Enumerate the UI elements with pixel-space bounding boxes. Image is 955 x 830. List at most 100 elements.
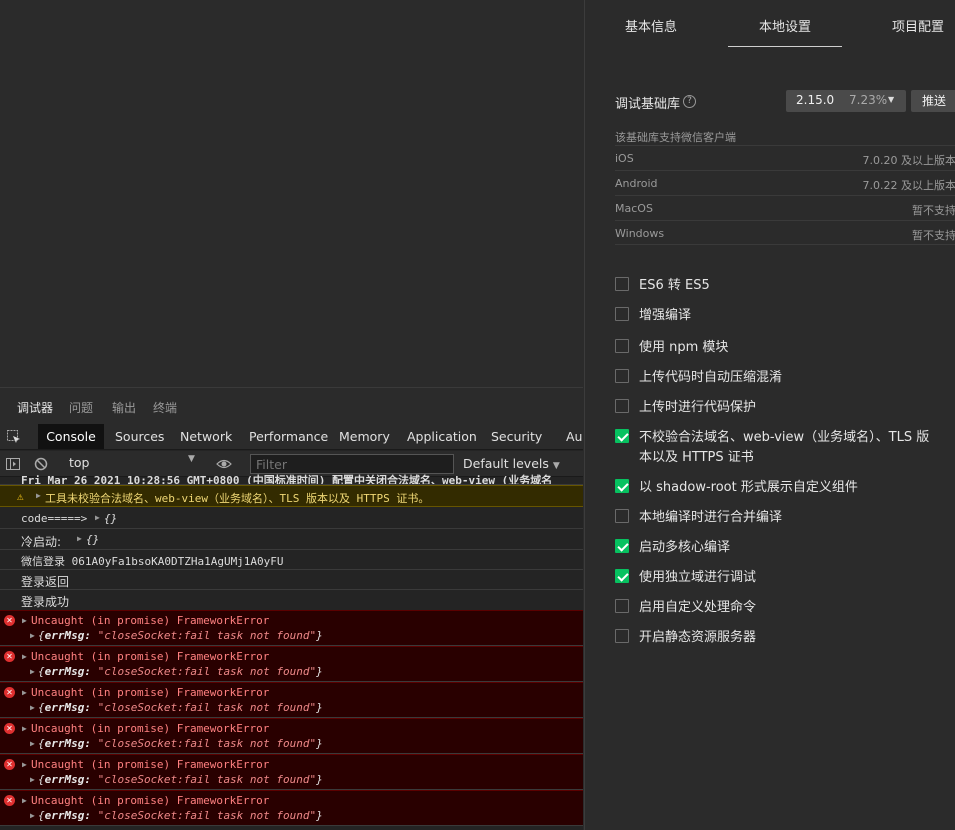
expand-arrow-icon[interactable]: ▶: [22, 760, 27, 769]
console-message: 登录成功: [0, 590, 583, 610]
error-title: Uncaught (in promise) FrameworkError: [31, 794, 270, 807]
brace: {: [38, 701, 45, 714]
error-detail[interactable]: {errMsg: "closeSocket:fail task not foun…: [38, 629, 323, 642]
error-icon: ✕: [4, 651, 15, 662]
option-checkbox[interactable]: [615, 429, 629, 443]
error-detail[interactable]: {errMsg: "closeSocket:fail task not foun…: [38, 809, 323, 822]
panel-tabs: Console Sources Network Performance Memo…: [0, 424, 583, 450]
expand-arrow-icon[interactable]: ▶: [30, 739, 35, 748]
expand-arrow-icon[interactable]: ▶: [30, 631, 35, 640]
lib-version-select[interactable]: 2.15.0 7.23% ▼: [786, 90, 906, 112]
eye-icon[interactable]: [216, 456, 232, 472]
expand-arrow-icon[interactable]: ▶: [22, 652, 27, 661]
push-button[interactable]: 推送: [911, 90, 955, 112]
expand-arrow-icon[interactable]: ▶: [22, 796, 27, 805]
platform-version: 7.0.22 及以上版本: [862, 179, 955, 192]
option-checkbox[interactable]: [615, 569, 629, 583]
console-error[interactable]: ✕ ▶ Uncaught (in promise) FrameworkError ▶{…: [0, 790, 583, 826]
tab-memory[interactable]: Memory: [339, 424, 390, 449]
tab-application[interactable]: Application: [407, 424, 477, 449]
console-error[interactable]: ✕ ▶ Uncaught (in promise) FrameworkError ▶{…: [0, 754, 583, 790]
console-error[interactable]: ✕ ▶ Uncaught (in promise) FrameworkError ▶{…: [0, 610, 583, 646]
context-dropdown-icon[interactable]: ▼: [188, 454, 195, 464]
clear-console-icon[interactable]: [33, 456, 49, 472]
message-text: 冷启动:: [21, 535, 62, 549]
error-value: "closeSocket:fail task not found": [97, 773, 317, 786]
console-error[interactable]: ✕ ▶ Uncaught (in promise) FrameworkError ▶{…: [0, 682, 583, 718]
console-warning[interactable]: ⚠ ▶ 工具未校验合法域名、web-view（业务域名）、TLS 版本以及 HT…: [0, 485, 583, 507]
error-icon: ✕: [4, 615, 15, 626]
expand-arrow-icon[interactable]: ▶: [22, 688, 27, 697]
option-label: 上传代码时自动压缩混淆: [639, 370, 783, 385]
devtools-panel: 调试器 问题 输出 终端 Console Sources Network Per…: [0, 387, 583, 830]
tab-debugger[interactable]: 调试器: [17, 399, 53, 416]
option-checkbox[interactable]: [615, 307, 629, 321]
brace: }: [316, 629, 323, 642]
console-message: 登录返回: [0, 570, 583, 590]
tab-project-config[interactable]: 项目配置: [892, 16, 944, 35]
expand-arrow-icon[interactable]: ▶: [95, 513, 100, 522]
option-checkbox[interactable]: [615, 277, 629, 291]
version-usage: 7.23%: [849, 93, 888, 107]
option-checkbox[interactable]: [615, 479, 629, 493]
tab-basic-info[interactable]: 基本信息: [625, 16, 677, 35]
option-checkbox[interactable]: [615, 399, 629, 413]
expand-arrow-icon[interactable]: ▶: [77, 534, 82, 543]
inspect-element-icon[interactable]: [6, 429, 22, 445]
option-label: 本地编译时进行合并编译: [639, 510, 783, 525]
tab-output[interactable]: 输出: [112, 399, 136, 416]
expand-arrow-icon[interactable]: ▶: [22, 724, 27, 733]
error-detail[interactable]: {errMsg: "closeSocket:fail task not foun…: [38, 701, 323, 714]
tab-console[interactable]: Console: [38, 424, 104, 449]
support-row: Android 7.0.22 及以上版本: [615, 170, 955, 195]
tab-terminal[interactable]: 终端: [153, 399, 177, 416]
filter-input[interactable]: [250, 454, 454, 474]
option-checkbox[interactable]: [615, 509, 629, 523]
tab-network[interactable]: Network: [180, 424, 232, 449]
option-checkbox[interactable]: [615, 599, 629, 613]
object-preview[interactable]: {}: [86, 533, 99, 546]
tab-issues[interactable]: 问题: [69, 399, 93, 416]
option-checkbox[interactable]: [615, 369, 629, 383]
console-message: code=====> ▶ {}: [0, 507, 583, 529]
error-icon: ✕: [4, 759, 15, 770]
simulator-preview: [0, 0, 583, 387]
error-key: errMsg:: [44, 701, 91, 714]
object-preview[interactable]: {}: [104, 512, 117, 525]
tab-security[interactable]: Security: [491, 424, 542, 449]
tab-audits[interactable]: Au: [566, 424, 582, 449]
error-title: Uncaught (in promise) FrameworkError: [31, 614, 270, 627]
console-error[interactable]: ✕ ▶ Uncaught (in promise) FrameworkError ▶{…: [0, 646, 583, 682]
platform-name: Android: [615, 177, 658, 190]
tab-local-settings[interactable]: 本地设置: [759, 16, 811, 35]
expand-arrow-icon[interactable]: ▶: [22, 616, 27, 625]
log-levels-select[interactable]: Default levels ▼: [463, 456, 560, 471]
option-label: 开启静态资源服务器: [639, 630, 757, 645]
platform-version: 暂不支持: [912, 204, 955, 217]
brace: }: [316, 773, 323, 786]
option-checkbox[interactable]: [615, 339, 629, 353]
error-title: Uncaught (in promise) FrameworkError: [31, 722, 270, 735]
expand-arrow-icon[interactable]: ▶: [30, 775, 35, 784]
brace: {: [38, 773, 45, 786]
help-icon[interactable]: ?: [683, 95, 696, 108]
error-detail[interactable]: {errMsg: "closeSocket:fail task not foun…: [38, 737, 323, 750]
context-select[interactable]: top: [69, 455, 89, 470]
error-key: errMsg:: [44, 629, 91, 642]
expand-arrow-icon[interactable]: ▶: [30, 703, 35, 712]
error-title: Uncaught (in promise) FrameworkError: [31, 650, 270, 663]
option-checkbox[interactable]: [615, 629, 629, 643]
expand-arrow-icon[interactable]: ▶: [30, 811, 35, 820]
tab-performance[interactable]: Performance: [249, 424, 328, 449]
option-label: 使用独立域进行调试: [639, 570, 757, 585]
sidebar-toggle-icon[interactable]: [5, 456, 21, 472]
expand-arrow-icon[interactable]: ▶: [36, 491, 41, 500]
expand-arrow-icon[interactable]: ▶: [30, 667, 35, 676]
tab-sources[interactable]: Sources: [115, 424, 164, 449]
option-label: 启用自定义处理命令: [639, 600, 757, 615]
error-detail[interactable]: {errMsg: "closeSocket:fail task not foun…: [38, 773, 323, 786]
console-error[interactable]: ✕ ▶ Uncaught (in promise) FrameworkError ▶{…: [0, 718, 583, 754]
option-checkbox[interactable]: [615, 539, 629, 553]
error-detail[interactable]: {errMsg: "closeSocket:fail task not foun…: [38, 665, 323, 678]
error-key: errMsg:: [44, 737, 91, 750]
